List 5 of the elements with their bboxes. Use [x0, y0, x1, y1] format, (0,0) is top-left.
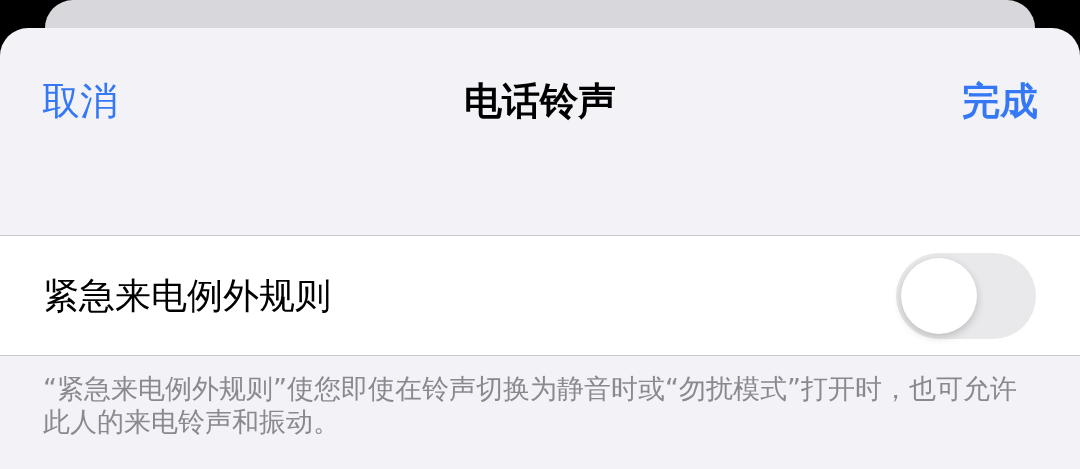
sheet-title: 电话铃声 [464, 77, 616, 125]
footer-note: “紧急来电例外规则”使您即使在铃声切换为静音时或“勿扰模式”打开时，也可允许此人的来电铃声和振动。 [42, 372, 1018, 438]
cancel-button[interactable]: 取消 [42, 72, 118, 130]
setting-label: 紧急来电例外规则 [43, 273, 331, 318]
done-button[interactable]: 完成 [962, 72, 1038, 130]
